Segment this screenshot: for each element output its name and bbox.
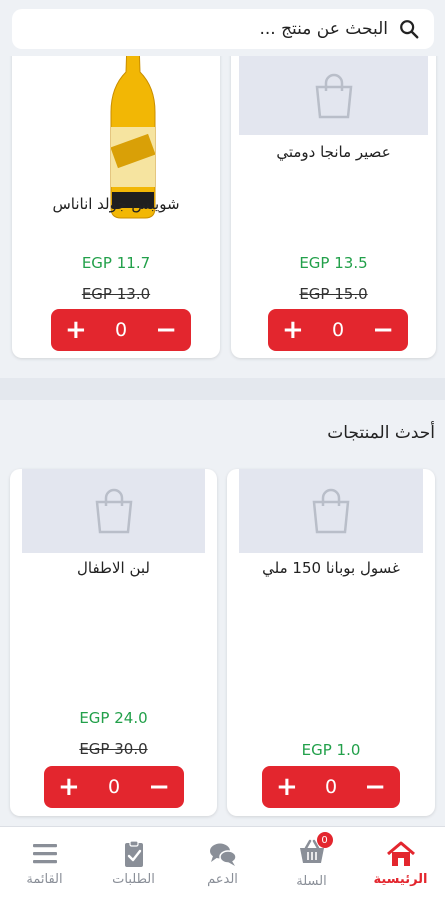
product-card[interactable]: لبن الاطفال EGP 24.0 EGP 30.0 + 0 − bbox=[10, 469, 217, 816]
nav-label: الدعم bbox=[207, 872, 238, 887]
nav-label: السلة bbox=[296, 874, 327, 889]
quantity-value: 0 bbox=[107, 776, 121, 798]
plus-button[interactable]: + bbox=[65, 317, 87, 343]
search-icon bbox=[400, 20, 419, 39]
nav-label: القائمة bbox=[26, 872, 63, 887]
quantity-value: 0 bbox=[114, 319, 128, 341]
product-image-placeholder bbox=[239, 56, 428, 135]
chat-icon bbox=[209, 843, 237, 866]
section-divider bbox=[0, 378, 445, 400]
nav-item-menu[interactable]: القائمة bbox=[0, 827, 89, 900]
product-price: EGP 13.5 bbox=[299, 254, 368, 272]
quantity-value: 0 bbox=[324, 776, 338, 798]
nav-item-cart[interactable]: 0 السلة bbox=[267, 827, 356, 900]
product-name: عصير مانجا دومتي bbox=[276, 143, 391, 161]
product-old-price: EGP 13.0 bbox=[81, 285, 151, 303]
clipboard-icon bbox=[124, 840, 143, 867]
section-title: أحدث المنتجات bbox=[327, 423, 435, 443]
minus-button[interactable]: − bbox=[155, 317, 177, 343]
shopping-bag-icon bbox=[315, 73, 352, 118]
minus-button[interactable]: − bbox=[364, 774, 386, 800]
product-price: EGP 11.7 bbox=[81, 254, 151, 272]
nav-item-support[interactable]: الدعم bbox=[178, 827, 267, 900]
home-icon bbox=[386, 841, 415, 866]
bottom-nav: الرئيسية 0 السلة الدعم الطلبات القائمة bbox=[0, 826, 445, 900]
menu-icon bbox=[32, 844, 57, 864]
quantity-stepper: + 0 − bbox=[262, 766, 400, 808]
product-old-price: EGP 30.0 bbox=[79, 740, 148, 758]
shopping-bag-icon bbox=[95, 488, 132, 534]
product-old-price: EGP 15.0 bbox=[299, 285, 368, 303]
product-name: شويبس جولد اناناس bbox=[52, 195, 180, 213]
search-bar-container: البحث عن منتج ... bbox=[0, 0, 445, 56]
product-image-placeholder bbox=[22, 469, 205, 553]
plus-button[interactable]: + bbox=[276, 774, 298, 800]
product-card[interactable]: غسول بوبانا 150 ملي EGP 1.0 + 0 − bbox=[227, 469, 435, 816]
product-price: EGP 1.0 bbox=[301, 741, 361, 759]
quantity-stepper: + 0 − bbox=[268, 309, 408, 351]
product-price: EGP 24.0 bbox=[79, 709, 148, 727]
nav-item-orders[interactable]: الطلبات bbox=[89, 827, 178, 900]
plus-button[interactable]: + bbox=[58, 774, 80, 800]
quantity-stepper: + 0 − bbox=[44, 766, 184, 808]
quantity-stepper: + 0 − bbox=[51, 309, 191, 351]
minus-button[interactable]: − bbox=[148, 774, 170, 800]
cart-badge: 0 bbox=[316, 832, 333, 848]
search-input[interactable]: البحث عن منتج ... bbox=[12, 9, 434, 49]
product-card[interactable]: شويبس جولد اناناس EGP 11.7 EGP 13.0 + 0 … bbox=[12, 40, 220, 358]
product-name: غسول بوبانا 150 ملي bbox=[262, 559, 400, 577]
shopping-bag-icon bbox=[312, 488, 350, 534]
search-placeholder: البحث عن منتج ... bbox=[259, 19, 388, 39]
product-card[interactable]: عصير مانجا دومتي EGP 13.5 EGP 15.0 + 0 − bbox=[231, 40, 436, 358]
quantity-value: 0 bbox=[331, 319, 345, 341]
minus-button[interactable]: − bbox=[372, 317, 394, 343]
plus-button[interactable]: + bbox=[282, 317, 304, 343]
product-image-placeholder bbox=[239, 469, 423, 553]
product-name: لبن الاطفال bbox=[76, 559, 150, 577]
nav-label: الرئيسية bbox=[373, 872, 428, 887]
nav-item-home[interactable]: الرئيسية bbox=[356, 827, 445, 900]
nav-label: الطلبات bbox=[112, 872, 155, 887]
